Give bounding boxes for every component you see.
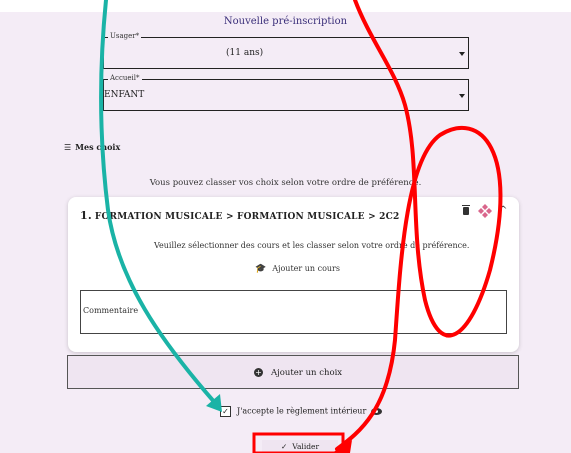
section-title: Mes choix <box>75 142 121 152</box>
accept-label: J'accepte le règlement intérieur <box>237 406 367 416</box>
accueil-value: ENFANT <box>104 90 145 100</box>
choice-header[interactable]: 1. FORMATION MUSICALE > FORMATION MUSICAL… <box>80 209 399 222</box>
checklist-icon: ☰ <box>64 143 72 152</box>
submit-label: Valider <box>292 442 320 451</box>
eye-icon[interactable] <box>371 408 383 415</box>
courses-hint: Veuillez sélectionner des cours et les c… <box>154 241 470 250</box>
add-choice-button[interactable]: + Ajouter un choix <box>67 355 519 389</box>
graduation-cap-icon: 🎓 <box>255 264 267 274</box>
accueil-label: Accueil* <box>108 74 142 82</box>
choice-path: FORMATION MUSICALE > FORMATION MUSICALE … <box>94 212 400 222</box>
plus-circle-icon: + <box>254 368 263 377</box>
chevron-down-icon[interactable] <box>459 52 465 56</box>
accept-checkbox[interactable]: ✓ <box>220 406 231 417</box>
add-course-button[interactable]: 🎓 Ajouter un cours <box>255 264 340 274</box>
page-title: Nouvelle pré-inscription <box>223 16 348 27</box>
choices-hint: Vous pouvez classer vos choix selon votr… <box>149 178 422 188</box>
add-course-label: Ajouter un cours <box>272 264 340 273</box>
check-icon: ✓ <box>280 442 288 451</box>
choice-number: 1. <box>80 209 92 222</box>
usager-select[interactable]: Usager* (11 ans) <box>103 32 469 69</box>
comment-placeholder: Commentaire <box>83 306 139 315</box>
usager-label: Usager* <box>108 32 142 40</box>
comment-field[interactable]: Commentaire <box>80 290 507 334</box>
submit-button[interactable]: ✓ Valider <box>262 440 338 453</box>
usager-value: (11 ans) <box>226 48 264 58</box>
section-heading: ☰ Mes choix <box>64 142 120 152</box>
chevron-up-icon[interactable]: ^ <box>499 205 507 216</box>
add-choice-label: Ajouter un choix <box>271 368 343 378</box>
trash-icon[interactable] <box>462 205 470 215</box>
accueil-select[interactable]: Accueil* ENFANT <box>103 74 469 111</box>
move-icon[interactable] <box>478 204 492 218</box>
accept-rules: ✓ J'accepte le règlement intérieur <box>220 406 383 417</box>
top-band <box>0 0 571 12</box>
chevron-down-icon[interactable] <box>459 94 465 98</box>
